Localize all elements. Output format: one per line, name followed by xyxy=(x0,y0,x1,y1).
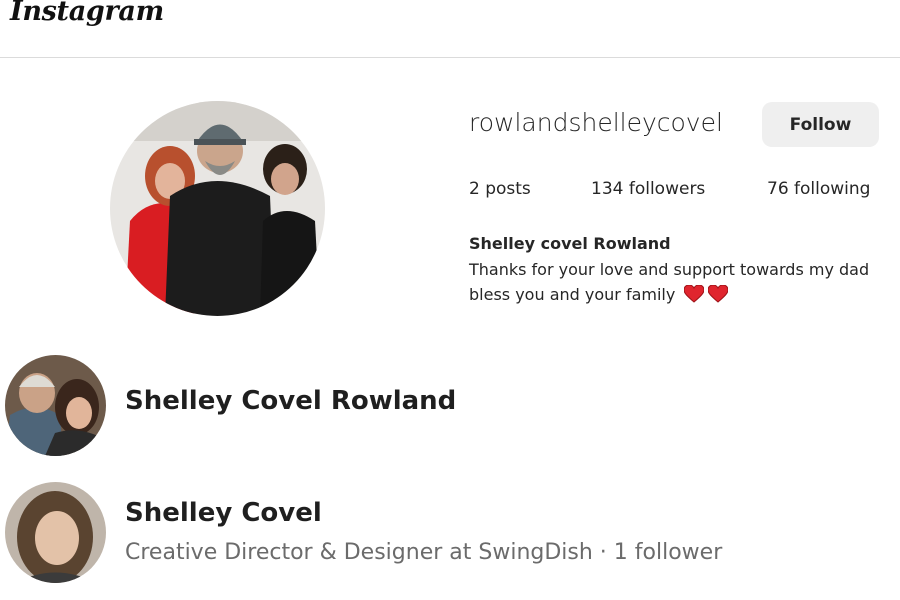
result-name[interactable]: Shelley Covel Rowland xyxy=(125,386,456,416)
result-avatar[interactable] xyxy=(5,355,106,456)
bio-text-line-2-text: bless you and your family xyxy=(469,285,676,304)
instagram-logo[interactable]: Instagram xyxy=(10,0,164,27)
profile-username: rowlandshelleycovel xyxy=(469,108,723,137)
result-name[interactable]: Shelley Covel xyxy=(125,498,322,528)
followers-count[interactable]: 134 followers xyxy=(591,179,705,199)
bio-name: Shelley covel Rowland xyxy=(469,234,671,253)
bio-text-line-2: bless you and your family xyxy=(469,284,729,307)
result-subtitle: Creative Director & Designer at SwingDis… xyxy=(125,540,723,565)
bio-text-line-1: Thanks for your love and support towards… xyxy=(469,260,870,279)
profile-avatar[interactable] xyxy=(110,101,325,316)
heart-icon xyxy=(683,284,705,307)
top-bar: Instagram xyxy=(0,0,900,58)
follow-button[interactable]: Follow xyxy=(762,102,879,147)
posts-count: 2 posts xyxy=(469,179,531,199)
following-count[interactable]: 76 following xyxy=(767,179,870,199)
heart-icon xyxy=(707,284,729,307)
result-avatar[interactable] xyxy=(5,482,106,583)
